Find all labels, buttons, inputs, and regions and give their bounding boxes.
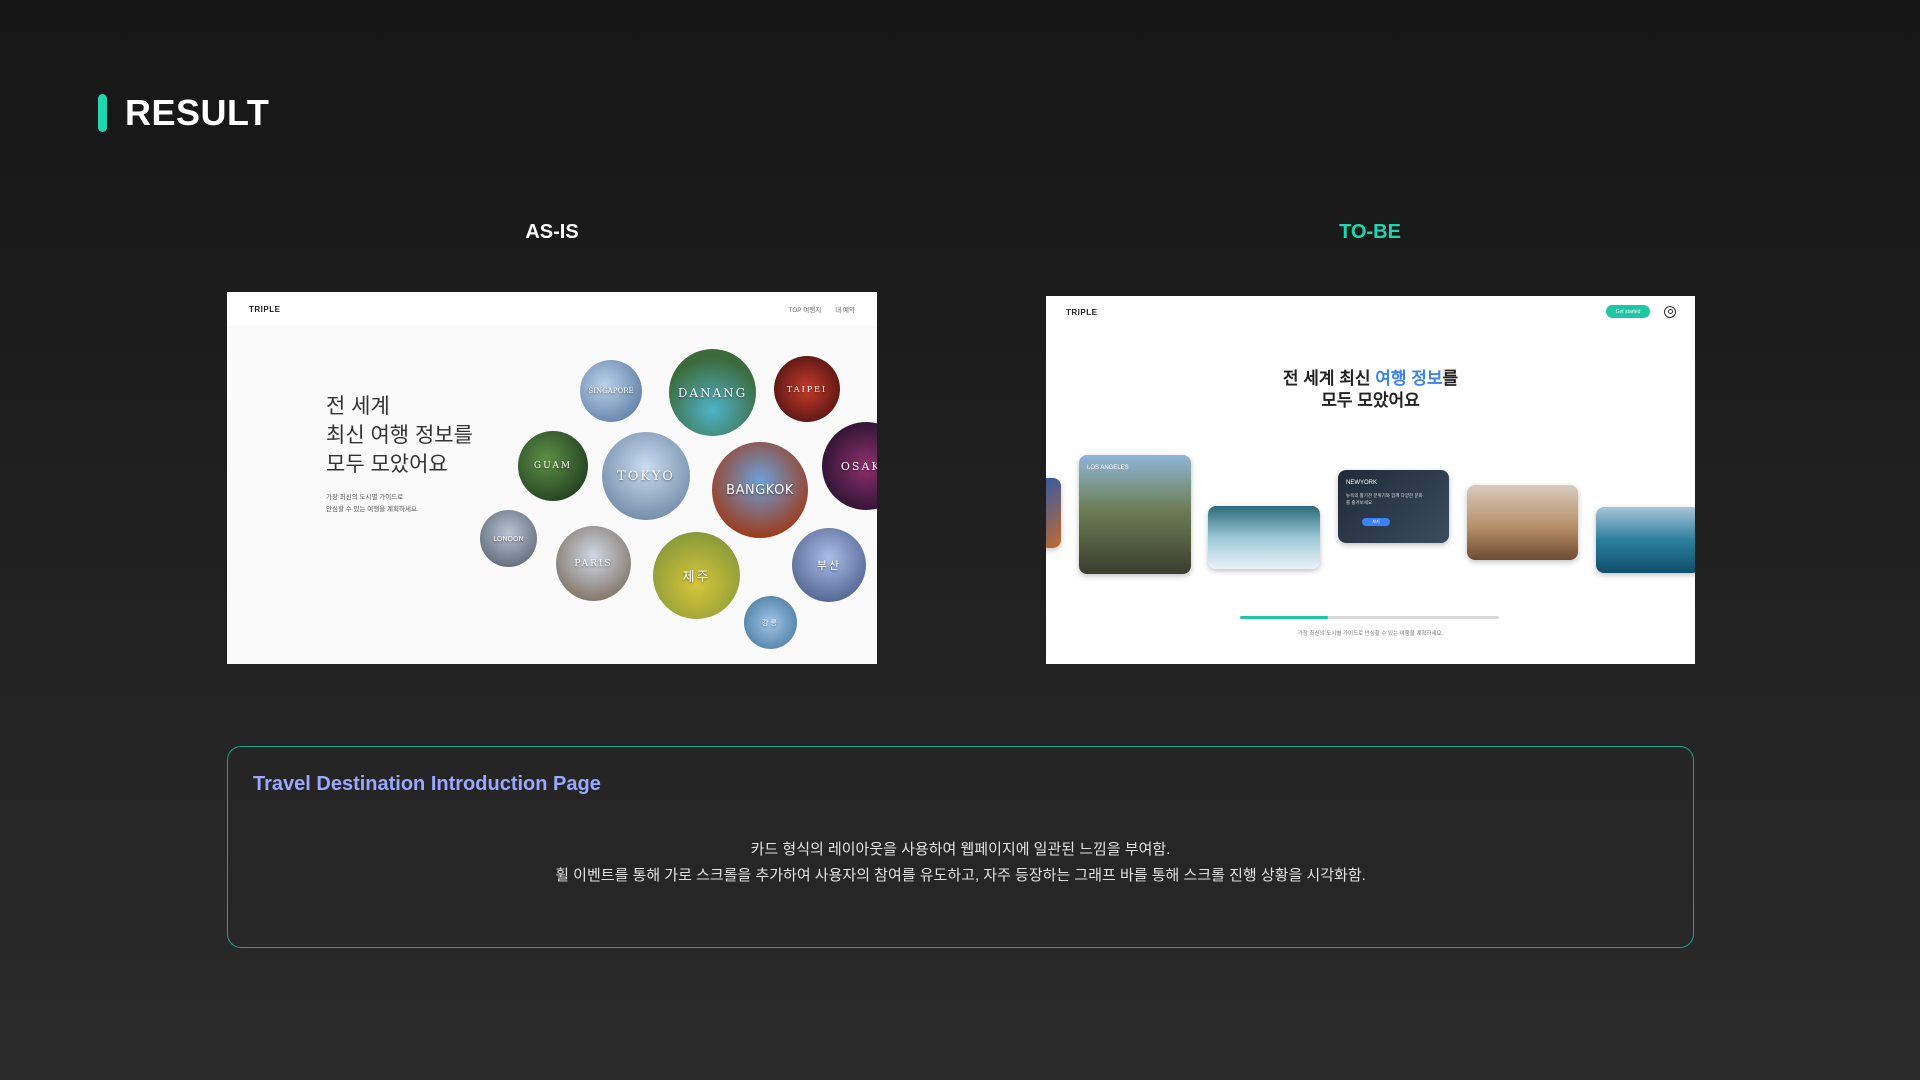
tobe-heading-accent: 여행 정보 xyxy=(1375,369,1443,388)
card-description: 뉴욕의 활기찬 분위기와 함께 다양한 문화를 즐겨보세요 xyxy=(1346,493,1423,505)
description-panel: Travel Destination Introduction Page 카드 … xyxy=(227,746,1694,948)
tobe-screenshot: TRIPLE Get started 전 세계 최신 여행 정보를 모두 모았어… xyxy=(1046,296,1695,664)
city-bubble-london: LONDON xyxy=(480,510,537,567)
asis-heading-line: 전 세계 xyxy=(326,395,390,418)
scroll-progress-fill xyxy=(1240,616,1329,619)
city-bubble-osaka: OSAKA xyxy=(822,422,877,510)
destination-card-cappadocia[interactable] xyxy=(1467,485,1578,560)
tobe-heading: 전 세계 최신 여행 정보를 모두 모았어요 xyxy=(1046,368,1695,412)
destination-card-newyork[interactable]: NEWYORK 뉴욕의 활기찬 분위기와 함께 다양한 문화를 즐겨보세요 보기 xyxy=(1338,470,1449,543)
scroll-progress-bar xyxy=(1240,616,1499,619)
city-bubble-danang: DANANG xyxy=(669,349,756,436)
get-started-button[interactable]: Get started xyxy=(1606,305,1650,318)
description-text: 카드 형식의 레이아웃을 사용하여 웹페이지에 일관된 느낌을 부여함. 휠 이… xyxy=(228,837,1693,889)
description-title: Travel Destination Introduction Page xyxy=(253,773,601,795)
destination-card-coast[interactable] xyxy=(1596,507,1695,573)
tobe-heading-text: 전 세계 최신 xyxy=(1282,369,1376,388)
asis-screenshot: TRIPLE TOP 여행지 내 예약 전 세계 최신 여행 정보를 모두 모았… xyxy=(227,292,877,664)
description-line: 카드 형식의 레이아웃을 사용하여 웹페이지에 일관된 느낌을 부여함. xyxy=(750,841,1171,858)
destination-card[interactable] xyxy=(1046,478,1061,548)
tobe-heading-text: 를 xyxy=(1442,369,1459,388)
city-bubble-tokyo: TOKYO xyxy=(602,432,690,520)
asis-heading: 전 세계 최신 여행 정보를 모두 모았어요 xyxy=(326,392,473,479)
user-icon[interactable] xyxy=(1664,306,1676,318)
asis-subtext: 가장 최신의 도시별 가이드로 안심할 수 있는 여행을 계획하세요. xyxy=(326,492,419,516)
asis-heading-line: 최신 여행 정보를 xyxy=(326,424,473,447)
card-label: NEWYORK xyxy=(1346,480,1378,486)
card-button[interactable]: 보기 xyxy=(1362,518,1390,526)
asis-nav-top: TOP 여행지 xyxy=(788,307,822,314)
asis-sub-line: 안심할 수 있는 여행을 계획하세요. xyxy=(326,506,419,513)
city-bubble-busan: 부산 xyxy=(792,528,866,602)
city-bubble-paris: PARIS xyxy=(556,526,631,601)
tobe-caption: 가장 최신의 도시별 가이드로 안심할 수 있는 여행을 계획하세요. xyxy=(1297,631,1444,637)
city-bubble-guam: GUAM xyxy=(518,431,588,501)
section-title: RESULT xyxy=(125,92,270,133)
city-bubble-taipei: TAIPEI xyxy=(774,356,840,422)
asis-label: AS-IS xyxy=(525,221,579,243)
city-bubble-gangneung: 강릉 xyxy=(744,596,797,649)
asis-nav: TRIPLE TOP 여행지 내 예약 xyxy=(227,292,877,326)
city-bubble-bangkok: BANGKOK xyxy=(712,442,808,538)
description-line: 휠 이벤트를 통해 가로 스크롤을 추가하여 사용자의 참여를 유도하고, 자주… xyxy=(555,867,1366,884)
destination-card-la[interactable]: LOS ANGELES xyxy=(1079,455,1191,574)
asis-logo: TRIPLE xyxy=(249,304,281,314)
tobe-label: TO-BE xyxy=(1339,221,1401,243)
asis-heading-line: 모두 모았어요 xyxy=(326,453,448,476)
card-label: LOS ANGELES xyxy=(1087,465,1129,471)
accent-bar xyxy=(98,94,107,132)
tobe-heading-line2: 모두 모았어요 xyxy=(1321,391,1420,410)
city-bubble-singapore: SINGAPORE xyxy=(580,360,642,422)
destination-card-aurora[interactable] xyxy=(1208,506,1320,569)
asis-nav-reservation: 내 예약 xyxy=(835,307,855,314)
city-bubble-jeju: 제주 xyxy=(653,532,740,619)
asis-sub-line: 가장 최신의 도시별 가이드로 xyxy=(326,494,404,501)
section-header: RESULT xyxy=(98,92,269,134)
tobe-logo: TRIPLE xyxy=(1066,308,1098,317)
